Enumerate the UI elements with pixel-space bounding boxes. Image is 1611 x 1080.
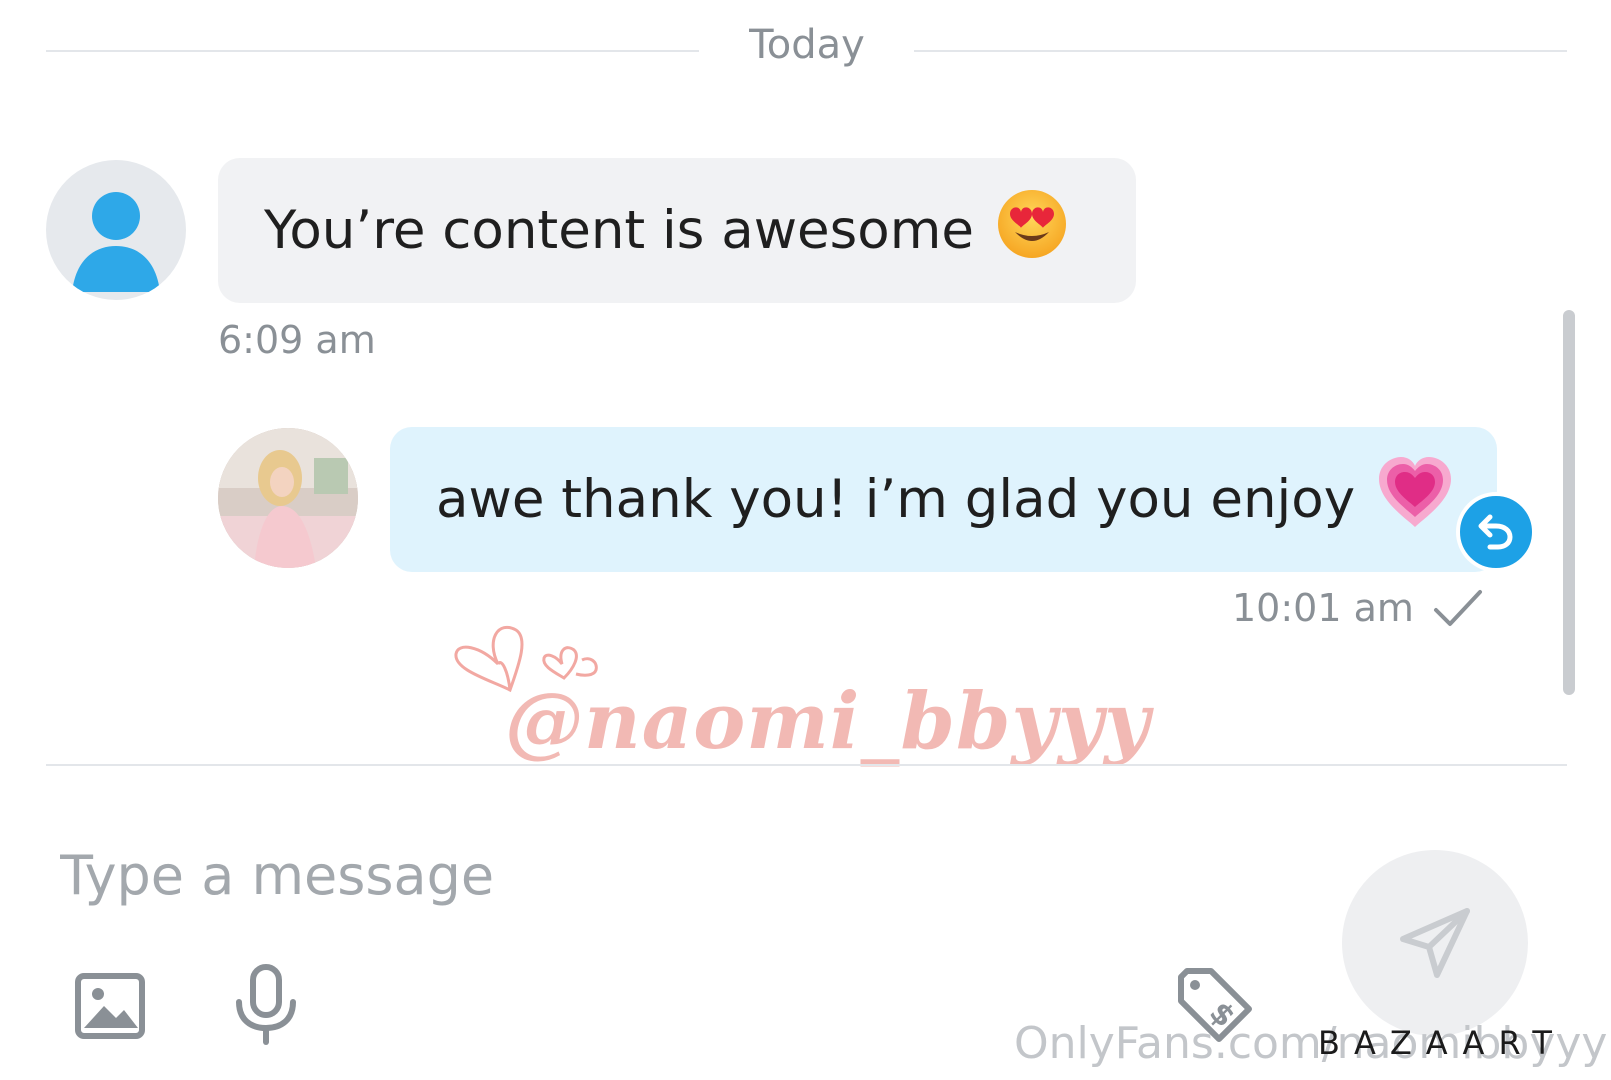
outgoing-message-time: 10:01 am xyxy=(1232,586,1414,630)
watermark-handle: @naomi_bbyyy xyxy=(505,676,1151,767)
message-input[interactable] xyxy=(60,830,1260,920)
bazaart-watermark: BAZAART xyxy=(1318,1024,1566,1062)
date-divider-line-left xyxy=(46,50,699,52)
image-icon xyxy=(75,973,145,1039)
outgoing-message-text: awe thank you! i’m glad you enjoy xyxy=(436,469,1356,530)
heart-eyes-emoji-icon xyxy=(996,188,1068,273)
voice-message-button[interactable] xyxy=(226,960,306,1050)
composer-divider xyxy=(46,764,1567,766)
attach-image-button[interactable] xyxy=(70,966,150,1046)
check-icon xyxy=(1432,586,1484,634)
send-button[interactable] xyxy=(1342,850,1528,1036)
outgoing-message-bubble[interactable]: awe thank you! i’m glad you enjoy xyxy=(390,427,1497,572)
undo-arrow-icon xyxy=(1478,514,1513,550)
microphone-icon xyxy=(236,964,296,1045)
incoming-message-bubble[interactable]: You’re content is awesome xyxy=(218,158,1136,303)
creator-avatar[interactable] xyxy=(218,428,358,568)
default-user-icon xyxy=(72,192,160,292)
retry-button[interactable] xyxy=(1456,492,1536,572)
growing-heart-emoji-icon xyxy=(1377,457,1453,542)
sender-avatar[interactable] xyxy=(46,160,186,300)
scrollbar[interactable] xyxy=(1563,310,1575,695)
incoming-message-time: 6:09 am xyxy=(218,318,376,362)
date-divider-line-right xyxy=(914,50,1567,52)
incoming-message-text: You’re content is awesome xyxy=(264,200,974,261)
send-icon xyxy=(1400,908,1470,978)
date-divider-label: Today xyxy=(749,22,865,68)
profile-photo xyxy=(218,428,358,568)
